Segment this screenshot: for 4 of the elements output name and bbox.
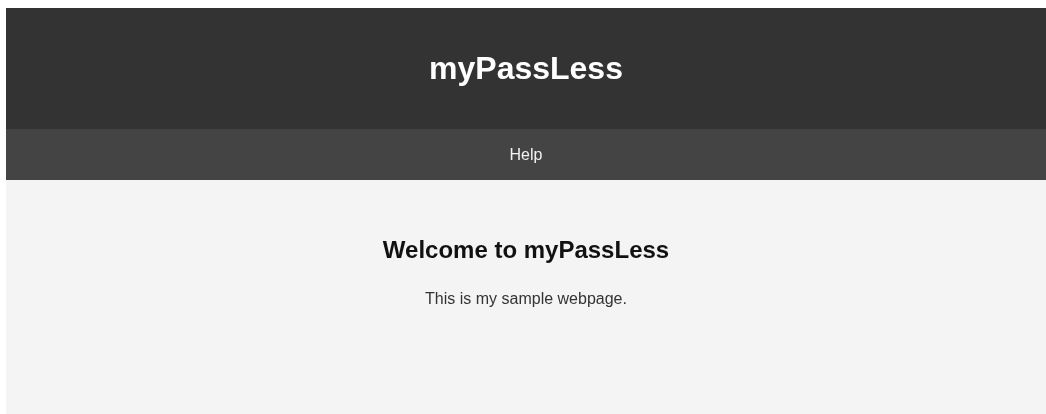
nav-link[interactable]: Help [503,141,549,168]
site-title: myPassLess [429,50,623,87]
intro-text: This is my sample webpage. [425,290,627,308]
welcome-heading: Welcome to myPassLess [382,236,670,264]
